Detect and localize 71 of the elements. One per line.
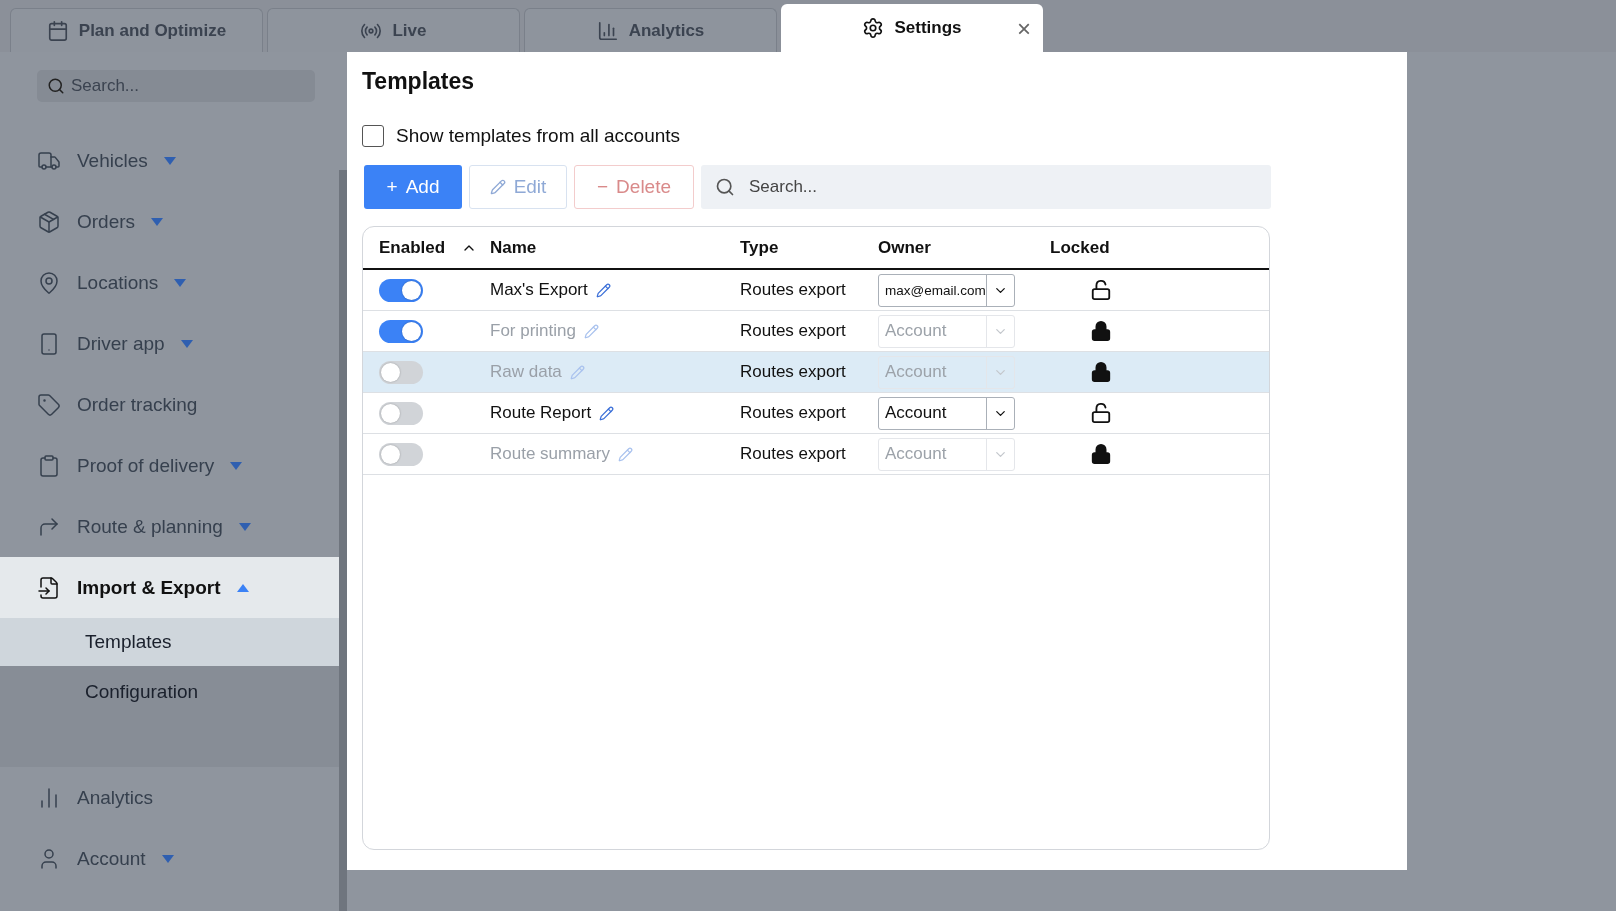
sidebar-item[interactable]: Order tracking: [0, 374, 339, 435]
table-cell: Routes export: [740, 280, 846, 300]
caret-icon: [236, 583, 249, 592]
tab[interactable]: Analytics: [524, 8, 777, 52]
toggle-switch[interactable]: [379, 401, 423, 425]
sidebar-item[interactable]: Orders: [0, 191, 339, 252]
sidebar-item[interactable]: Vehicles: [0, 130, 339, 191]
sidebar-item[interactable]: Locations: [0, 252, 339, 313]
table-cell: Routes export: [740, 362, 846, 382]
owner-dropdown[interactable]: Account: [878, 314, 1015, 348]
search-icon: [47, 77, 65, 95]
caret-icon: [163, 156, 176, 165]
owner-dropdown[interactable]: Account: [878, 437, 1015, 471]
pencil-icon: [489, 179, 506, 195]
caret-icon: [230, 461, 243, 470]
toggle-switch[interactable]: [379, 319, 423, 343]
clipboard-icon: [37, 453, 61, 478]
tab[interactable]: Settings ×: [781, 4, 1043, 52]
add-button[interactable]: + Add: [364, 165, 462, 209]
table-cell: Routes export: [740, 321, 846, 341]
owner-dropdown[interactable]: Account: [878, 355, 1015, 389]
scrollbar[interactable]: [339, 170, 347, 911]
sidebar-item[interactable]: Route & planning: [0, 496, 339, 557]
settings-icon: [862, 17, 885, 39]
map-pin-icon: [37, 270, 61, 295]
owner-dropdown[interactable]: max@email.com: [878, 273, 1015, 307]
column-header[interactable]: Enabled: [363, 237, 490, 258]
calendar-icon: [46, 19, 69, 42]
toggle-switch[interactable]: [379, 278, 423, 302]
pencil-icon[interactable]: [595, 282, 611, 298]
search-field[interactable]: Search...: [701, 165, 1271, 209]
column-header[interactable]: Owner: [878, 237, 1050, 258]
column-header[interactable]: Name: [490, 237, 740, 258]
table-cell: Max's Export: [490, 280, 588, 300]
tab[interactable]: Plan and Optimize: [10, 8, 263, 52]
caret-icon: [238, 522, 251, 531]
sidebar-item[interactable]: Proof of delivery: [0, 435, 339, 496]
search-icon: [715, 177, 735, 197]
caret-icon: [151, 217, 164, 226]
caret-icon: [174, 278, 187, 287]
table-cell: Routes export: [740, 444, 846, 464]
tab[interactable]: Live: [267, 8, 520, 52]
file-arrows-icon: [37, 575, 61, 600]
owner-dropdown[interactable]: Account: [878, 396, 1015, 430]
caret-icon: [161, 854, 174, 863]
search-field[interactable]: Search...: [37, 70, 315, 102]
checkbox-label: Show templates from all accounts: [396, 125, 681, 147]
caret-icon: [180, 339, 193, 348]
table-cell: For printing: [490, 321, 576, 341]
toggle-switch[interactable]: [379, 442, 423, 466]
table-cell: Route Report: [490, 403, 592, 423]
column-header[interactable]: Type: [740, 237, 878, 258]
checkbox[interactable]: [362, 125, 384, 147]
close-button[interactable]: ×: [1017, 15, 1031, 43]
bar-chart-icon: [596, 19, 619, 42]
table-cell: Route summary: [490, 444, 610, 464]
table-row[interactable]: Raw data Routes export Account: [363, 352, 1269, 393]
table-cell: Routes export: [740, 403, 846, 423]
pencil-icon[interactable]: [599, 405, 615, 421]
sidebar-item[interactable]: Account: [0, 828, 339, 889]
sidebar-item[interactable]: Import & Export: [0, 557, 339, 618]
sidebar-item[interactable]: Driver app: [0, 313, 339, 374]
tag-icon: [37, 392, 61, 417]
sidebar-item[interactable]: Analytics: [0, 767, 339, 828]
sidebar-subitem[interactable]: Templates: [0, 618, 339, 666]
box-icon: [37, 209, 61, 234]
panel-title: Templates: [362, 68, 476, 95]
table-cell: Raw data: [490, 362, 562, 382]
toggle-switch[interactable]: [379, 360, 423, 384]
column-header[interactable]: Locked: [1050, 237, 1269, 258]
sidebar-subitem[interactable]: Configuration: [0, 666, 339, 717]
